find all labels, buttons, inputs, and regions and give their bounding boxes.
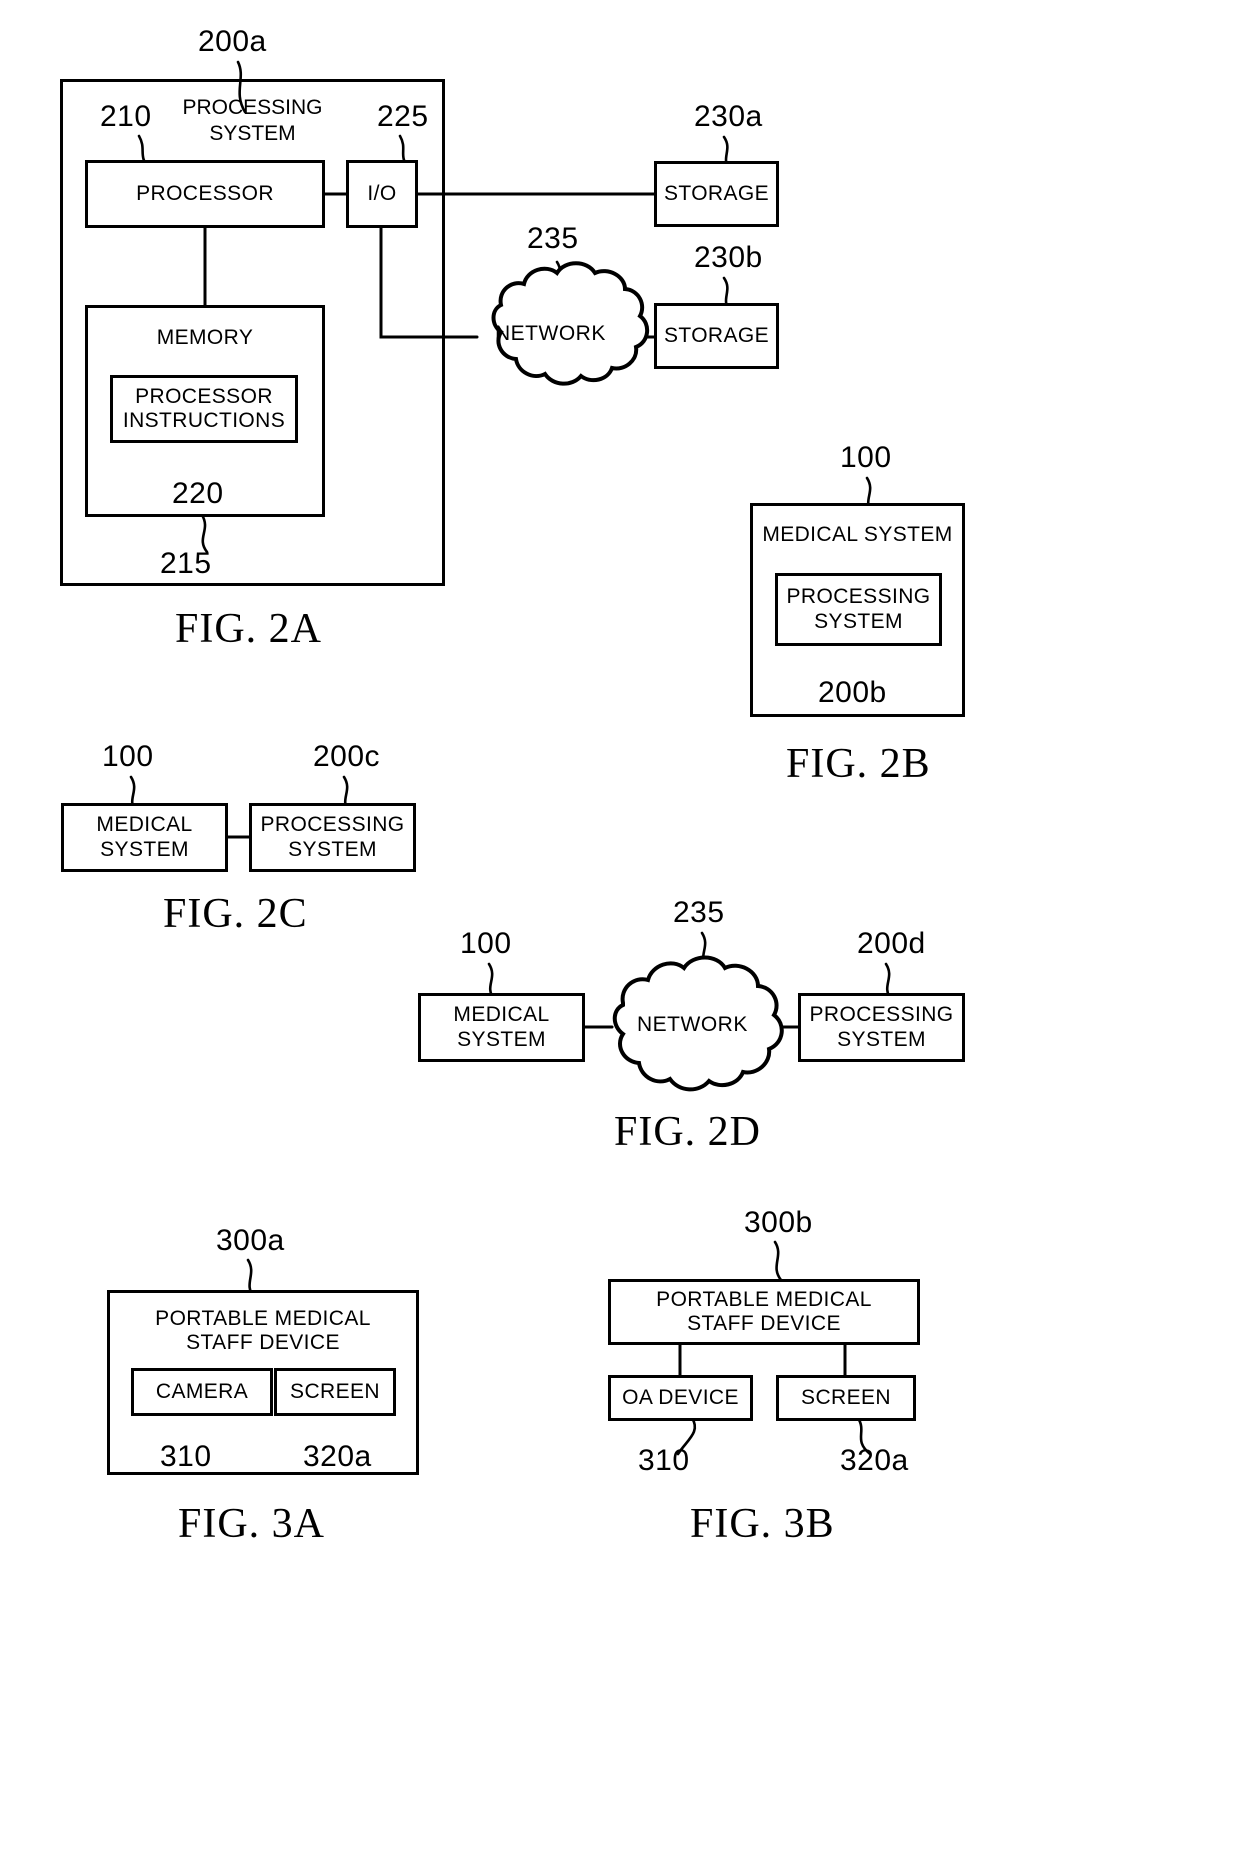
cloud-shapes (491, 261, 784, 1092)
fig2a-instructions-line1: PROCESSOR (135, 384, 273, 408)
fig2a-ref-210: 210 (100, 100, 152, 133)
fig2b-caption: FIG. 2B (786, 741, 931, 787)
fig2a-ref-225: 225 (377, 100, 429, 133)
leader-235-2d (700, 931, 709, 970)
fig2a-ref-230b: 230b (694, 241, 763, 274)
fig2d-ref-200d: 200d (857, 927, 926, 960)
fig3a-ref-320a: 320a (303, 1440, 372, 1473)
fig3a-ref-310: 310 (160, 1440, 212, 1473)
fig2a-storage-a-label: STORAGE (663, 181, 770, 205)
fig2b-processing-system-box[interactable]: PROCESSING SYSTEM (775, 573, 942, 646)
leader-235-2a (555, 260, 564, 300)
fig2d-processing-system-box[interactable]: PROCESSING SYSTEM (798, 993, 965, 1062)
fig2a-io-label: I/O (367, 181, 397, 205)
fig3b-device-line1: PORTABLE MEDICAL (656, 1287, 872, 1311)
fig2a-ref-230a: 230a (694, 100, 763, 133)
fig2b-ref-200b: 200b (818, 676, 887, 709)
fig2a-processor-box[interactable]: PROCESSOR (85, 160, 325, 228)
fig2a-instructions-line2: INSTRUCTIONS (122, 409, 286, 432)
fig2a-ref-215: 215 (160, 547, 212, 580)
fig3b-ref-320a: 320a (840, 1444, 909, 1477)
fig2a-memory-label: MEMORY (156, 326, 254, 349)
fig2c-processing-system-box[interactable]: PROCESSING SYSTEM (249, 803, 416, 872)
fig2d-medical-line2: SYSTEM (457, 1027, 546, 1051)
fig2a-ref-235: 235 (527, 222, 579, 255)
patent-drawing-sheet: PROCESSING SYSTEM 200a 210 225 PROCESSOR… (0, 0, 1240, 1853)
fig2d-ref-100: 100 (460, 927, 512, 960)
fig3a-camera-label: CAMERA (155, 1379, 249, 1403)
fig2c-caption: FIG. 2C (163, 891, 308, 937)
fig2d-processing-line2: SYSTEM (837, 1027, 926, 1051)
fig2a-processor-instructions-box[interactable]: PROCESSOR INSTRUCTIONS (110, 375, 298, 443)
fig2c-ref-200c: 200c (313, 740, 381, 773)
fig2c-medical-line1: MEDICAL (96, 813, 193, 837)
fig3a-device-line2: STAFF DEVICE (186, 1331, 340, 1355)
fig2b-processing-line2: SYSTEM (814, 609, 903, 633)
fig2c-processing-line1: PROCESSING (260, 813, 405, 837)
fig3a-device-line1: PORTABLE MEDICAL (155, 1307, 371, 1330)
fig3b-screen-box[interactable]: SCREEN (776, 1375, 916, 1421)
fig2c-ref-100: 100 (102, 740, 154, 773)
fig2b-processing-line1: PROCESSING (786, 585, 931, 609)
fig3a-screen-label: SCREEN (290, 1379, 380, 1403)
fig2d-caption: FIG. 2D (614, 1109, 762, 1155)
fig3a-camera-box[interactable]: CAMERA (131, 1368, 273, 1416)
fig2a-ref-220: 220 (172, 477, 224, 510)
leader-300b (773, 1240, 783, 1282)
fig3b-device-line2: STAFF DEVICE (687, 1312, 841, 1335)
fig2c-medical-line2: SYSTEM (100, 837, 189, 861)
fig2a-processor-label: PROCESSOR (136, 181, 274, 205)
fig2d-network-label: NETWORK (637, 1013, 748, 1036)
fig3b-caption: FIG. 3B (690, 1501, 835, 1547)
fig2a-ref-200a: 200a (198, 25, 267, 58)
fig2a-io-box[interactable]: I/O (346, 160, 418, 228)
fig2a-storage-a-box[interactable]: STORAGE (654, 161, 779, 227)
fig3b-oa-device-label: OA DEVICE (622, 1385, 739, 1409)
fig2a-caption: FIG. 2A (175, 606, 323, 652)
fig2d-medical-system-box[interactable]: MEDICAL SYSTEM (418, 993, 585, 1062)
fig2c-medical-system-box[interactable]: MEDICAL SYSTEM (61, 803, 228, 872)
fig3b-oa-device-box[interactable]: OA DEVICE (608, 1375, 753, 1421)
fig2d-medical-line1: MEDICAL (453, 1003, 550, 1027)
fig2c-processing-line2: SYSTEM (288, 837, 377, 861)
fig2b-ref-100: 100 (840, 441, 892, 474)
fig2a-network-label: NETWORK (495, 322, 606, 345)
fig2a-storage-b-label: STORAGE (663, 323, 770, 347)
fig3b-portable-device-box[interactable]: PORTABLE MEDICAL STAFF DEVICE (608, 1279, 920, 1345)
fig2b-medical-system-label: MEDICAL SYSTEM (762, 523, 953, 546)
fig3b-ref-310: 310 (638, 1444, 690, 1477)
fig3a-ref-300a: 300a (216, 1224, 285, 1257)
fig2d-processing-line1: PROCESSING (809, 1003, 954, 1027)
fig3a-caption: FIG. 3A (178, 1501, 326, 1547)
fig3b-screen-label: SCREEN (801, 1385, 891, 1409)
fig3a-screen-box[interactable]: SCREEN (274, 1368, 396, 1416)
fig3b-ref-300b: 300b (744, 1206, 813, 1239)
fig2a-storage-b-box[interactable]: STORAGE (654, 303, 779, 369)
fig2d-ref-235: 235 (673, 896, 725, 929)
